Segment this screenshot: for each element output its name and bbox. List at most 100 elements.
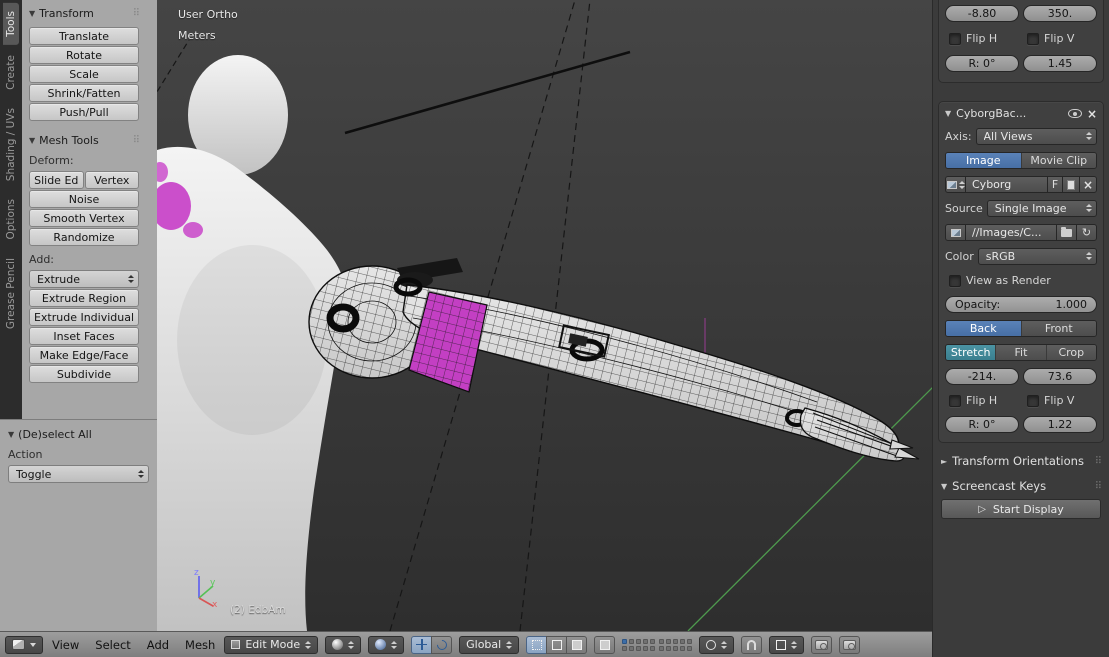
bg2-header[interactable]: ▼ CyborgBac... × [945, 107, 1097, 120]
bg1-flip-v-checkbox[interactable]: Flip V [1023, 32, 1097, 45]
bg2-flip-v-checkbox[interactable]: Flip V [1023, 394, 1097, 407]
menu-mesh[interactable]: Mesh [183, 638, 217, 652]
bg1-offset-x-field[interactable]: -8.80 [945, 5, 1019, 22]
filepath-field[interactable]: //Images/C... [965, 224, 1057, 241]
view-as-render-checkbox[interactable]: View as Render [945, 274, 1097, 287]
orientation-select[interactable]: Global [459, 635, 520, 654]
tab-options[interactable]: Options [3, 191, 19, 248]
image-name-field[interactable]: Cyborg [965, 176, 1048, 193]
checkbox-icon [1027, 394, 1039, 407]
snap-toggle-button[interactable] [741, 635, 763, 654]
menu-add[interactable]: Add [145, 638, 171, 652]
panel-grip-icon[interactable]: ⠿ [133, 135, 140, 146]
bg2-scale-field[interactable]: 1.22 [1023, 416, 1097, 433]
rotate-button[interactable]: Rotate [29, 46, 139, 64]
back-toggle-button[interactable]: Back [946, 321, 1022, 336]
bg2-offset-y-field[interactable]: 73.6 [1023, 368, 1097, 385]
refresh-icon: ↻ [1081, 226, 1092, 239]
crop-toggle-button[interactable]: Crop [1046, 345, 1096, 360]
proportional-edit-select[interactable] [699, 635, 735, 654]
tab-shading-uvs[interactable]: Shading / UVs [3, 100, 19, 189]
transform-panel-header[interactable]: ▼ Transform ⠿ [29, 7, 140, 20]
bg2-offset-x-field[interactable]: -214. [945, 368, 1019, 385]
source-label: Source [945, 202, 983, 215]
bg1-offset-y-field[interactable]: 350. [1023, 5, 1097, 22]
layers-group-1[interactable] [622, 638, 656, 651]
vertex-select-mode-button[interactable] [526, 635, 548, 654]
stretch-toggle-button[interactable]: Stretch [946, 345, 997, 360]
source-select[interactable]: Single Image [986, 199, 1097, 217]
pivot-point-select[interactable] [368, 635, 405, 654]
image-preview-button[interactable] [945, 224, 966, 241]
bg2-rotation-field[interactable]: R: 0° [945, 416, 1019, 433]
scale-button[interactable]: Scale [29, 65, 139, 83]
fake-user-button[interactable]: F [1047, 176, 1063, 193]
open-file-button[interactable] [1056, 224, 1077, 241]
edge-slide-button[interactable]: Slide Ed [29, 171, 84, 189]
color-space-select[interactable]: sRGB [977, 247, 1097, 265]
redo-panel-header[interactable]: ▼ (De)select All [8, 428, 149, 441]
transform-orientations-header[interactable]: ► Transform Orientations ⠿ [941, 454, 1102, 468]
orientation-select-value: Global [466, 638, 502, 651]
menu-view[interactable]: View [50, 638, 81, 652]
fit-toggle-button[interactable]: Fit [996, 345, 1047, 360]
tab-tools[interactable]: Tools [3, 3, 19, 45]
editor-type-select[interactable] [5, 635, 43, 654]
viewport-3d[interactable]: User Ortho Meters (2) EdbAm z y x [157, 0, 932, 631]
new-image-button[interactable] [1062, 176, 1080, 193]
inset-faces-button[interactable]: Inset Faces [29, 327, 139, 345]
shrink-fatten-button[interactable]: Shrink/Fatten [29, 84, 139, 102]
vertex-slide-button[interactable]: Vertex [84, 171, 139, 189]
make-edge-face-button[interactable]: Make Edge/Face [29, 346, 139, 364]
tab-create[interactable]: Create [3, 47, 19, 98]
start-display-button[interactable]: ▷ Start Display [941, 499, 1101, 519]
movie-clip-toggle-button[interactable]: Movie Clip [1021, 153, 1096, 168]
menu-select[interactable]: Select [93, 638, 132, 652]
opacity-slider[interactable]: Opacity: 1.000 [945, 296, 1097, 313]
unlink-image-button[interactable]: × [1079, 176, 1097, 193]
translate-button[interactable]: Translate [29, 27, 139, 45]
opengl-render-anim-button[interactable] [839, 635, 861, 654]
push-pull-button[interactable]: Push/Pull [29, 103, 139, 121]
bg1-scale-field[interactable]: 1.45 [1023, 55, 1097, 72]
bg2-flip-v-label: Flip V [1044, 394, 1075, 407]
opengl-render-button[interactable] [811, 635, 833, 654]
snap-element-select[interactable] [769, 635, 805, 654]
mesh-tools-panel-header[interactable]: ▼ Mesh Tools ⠿ [29, 134, 140, 147]
layers-group-2[interactable] [659, 638, 693, 651]
rotate-manipulator-button[interactable] [431, 635, 453, 654]
reload-image-button[interactable]: ↻ [1076, 224, 1097, 241]
translate-manipulator-button[interactable] [411, 635, 433, 654]
visibility-eye-icon[interactable] [1067, 109, 1082, 118]
extrude-region-button[interactable]: Extrude Region [29, 289, 139, 307]
updown-arrows-icon [348, 640, 355, 649]
updown-arrows-icon [128, 275, 134, 283]
edge-select-mode-button[interactable] [546, 635, 568, 654]
tab-grease-pencil[interactable]: Grease Pencil [3, 250, 19, 337]
panel-grip-icon[interactable]: ⠿ [1095, 456, 1102, 467]
bg1-flip-h-checkbox[interactable]: Flip H [945, 32, 1019, 45]
smooth-vertex-button[interactable]: Smooth Vertex [29, 209, 139, 227]
face-select-mode-button[interactable] [566, 635, 588, 654]
bg1-rotation-field[interactable]: R: 0° [945, 55, 1019, 72]
front-toggle-button[interactable]: Front [1021, 321, 1096, 336]
extrude-select[interactable]: Extrude [29, 270, 139, 288]
screencast-keys-header[interactable]: ▼ Screencast Keys ⠿ [941, 479, 1102, 493]
viewport-shading-select[interactable] [325, 635, 362, 654]
image-browse-button[interactable] [945, 176, 966, 193]
image-toggle-button[interactable]: Image [946, 153, 1022, 168]
axis-select[interactable]: All Views [975, 127, 1097, 145]
panel-grip-icon[interactable]: ⠿ [133, 8, 140, 19]
action-select[interactable]: Toggle [8, 465, 149, 483]
noise-button[interactable]: Noise [29, 190, 139, 208]
editor-type-icon [12, 639, 25, 650]
bg2-flip-h-checkbox[interactable]: Flip H [945, 394, 1019, 407]
remove-bg-image-icon[interactable]: × [1087, 108, 1097, 120]
panel-grip-icon[interactable]: ⠿ [1095, 481, 1102, 492]
limit-to-visible-button[interactable] [594, 635, 616, 654]
mode-select-value: Edit Mode [245, 638, 301, 651]
mode-select[interactable]: Edit Mode [224, 635, 319, 654]
randomize-button[interactable]: Randomize [29, 228, 139, 246]
subdivide-button[interactable]: Subdivide [29, 365, 139, 383]
extrude-individual-button[interactable]: Extrude Individual [29, 308, 139, 326]
